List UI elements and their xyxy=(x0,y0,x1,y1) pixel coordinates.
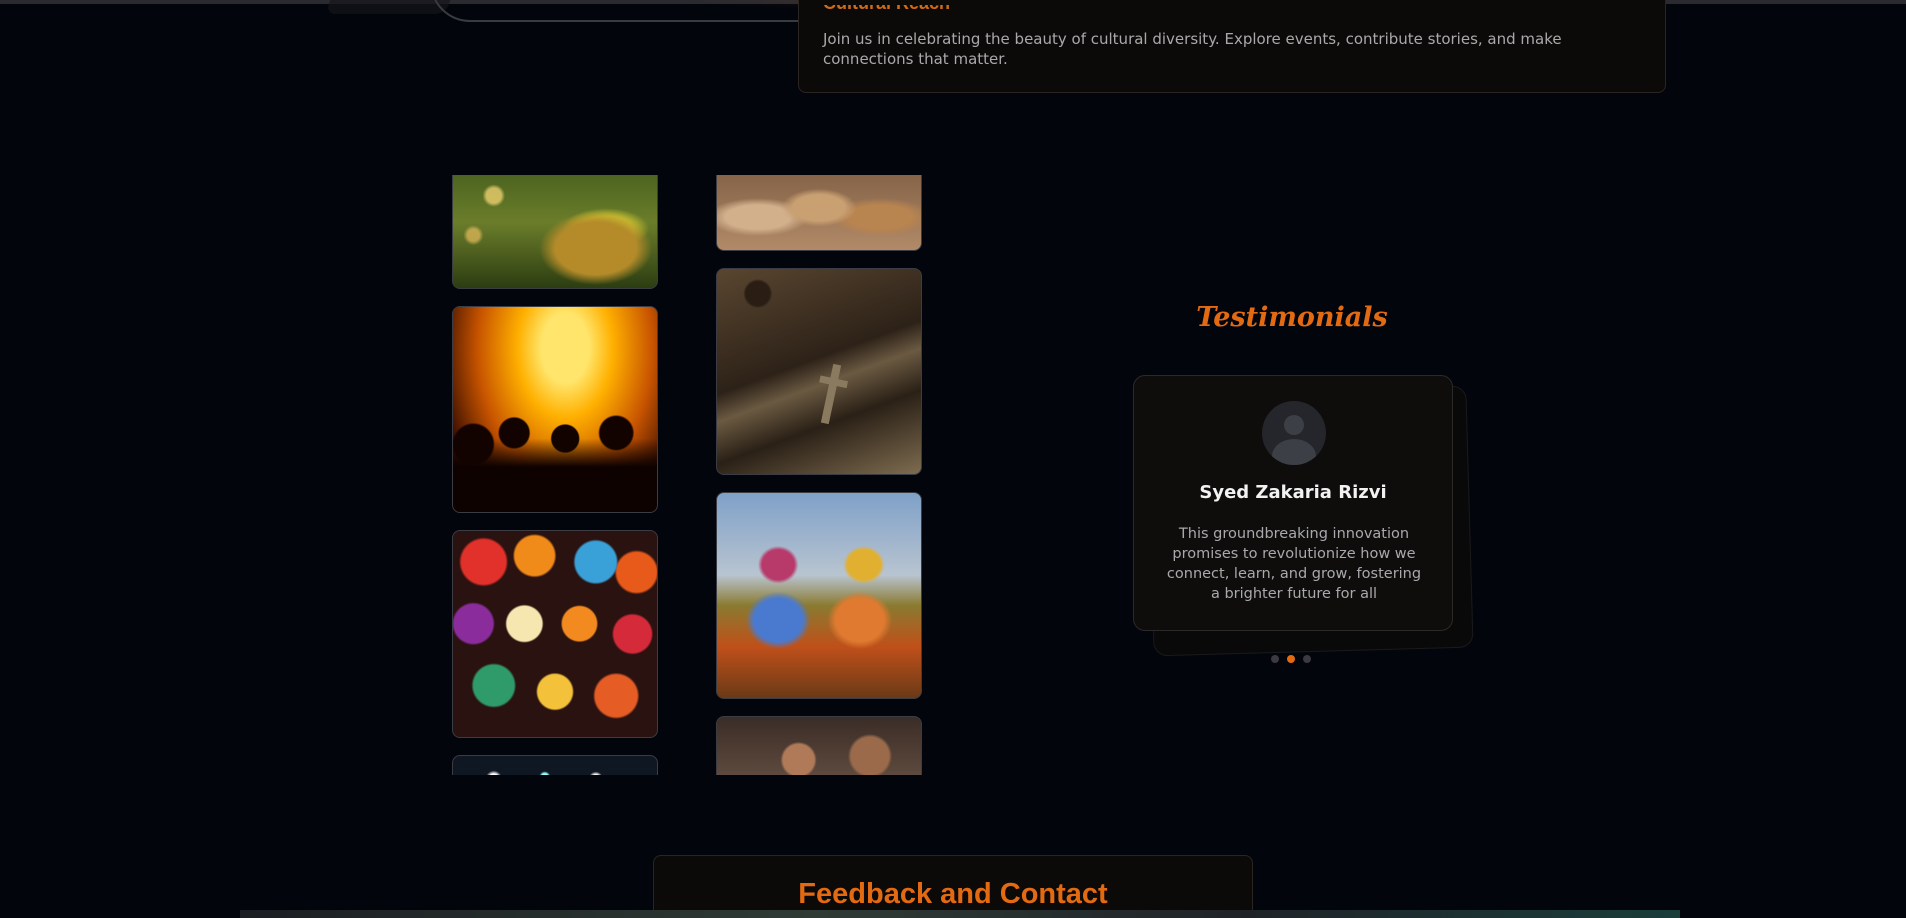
testimonials-heading: Testimonials xyxy=(1196,302,1388,333)
avatar-head xyxy=(1284,415,1304,435)
gallery-image-books[interactable] xyxy=(716,268,922,475)
gallery-image-food[interactable] xyxy=(716,175,922,251)
info-card: Cultural Reach Join us in celebrating th… xyxy=(798,0,1666,93)
cross-icon xyxy=(820,363,842,425)
gallery-image-lights[interactable] xyxy=(452,755,658,775)
carousel-dot-3[interactable] xyxy=(1303,655,1311,663)
gallery-image-concert[interactable] xyxy=(452,306,658,513)
gallery-image-people[interactable] xyxy=(716,716,922,775)
testimonial-quote: This groundbreaking innovation promises … xyxy=(1166,526,1422,602)
info-card-title: Cultural Reach xyxy=(823,0,951,13)
avatar-icon xyxy=(1262,401,1326,465)
carousel-dot-1[interactable] xyxy=(1271,655,1279,663)
feedback-card: Feedback and Contact xyxy=(653,855,1253,918)
gallery-image-lanterns[interactable] xyxy=(452,530,658,738)
info-card-text: Join us in celebrating the beauty of cul… xyxy=(823,30,1562,68)
image-gallery xyxy=(452,175,928,775)
crowd-silhouette xyxy=(453,399,657,512)
bottom-strip xyxy=(240,910,1680,918)
testimonial-author: Syed Zakaria Rizvi xyxy=(1199,482,1387,503)
gallery-image-dancers[interactable] xyxy=(716,492,922,699)
testimonial-card: Syed Zakaria Rizvi This groundbreaking i… xyxy=(1133,375,1453,631)
avatar-body xyxy=(1272,439,1316,465)
feedback-heading: Feedback and Contact xyxy=(798,878,1108,910)
gallery-image-candles[interactable] xyxy=(452,175,658,289)
carousel-dots xyxy=(1271,655,1319,663)
page: Cultural Reach Join us in celebrating th… xyxy=(0,0,1906,918)
carousel-dot-2-active[interactable] xyxy=(1287,655,1295,663)
